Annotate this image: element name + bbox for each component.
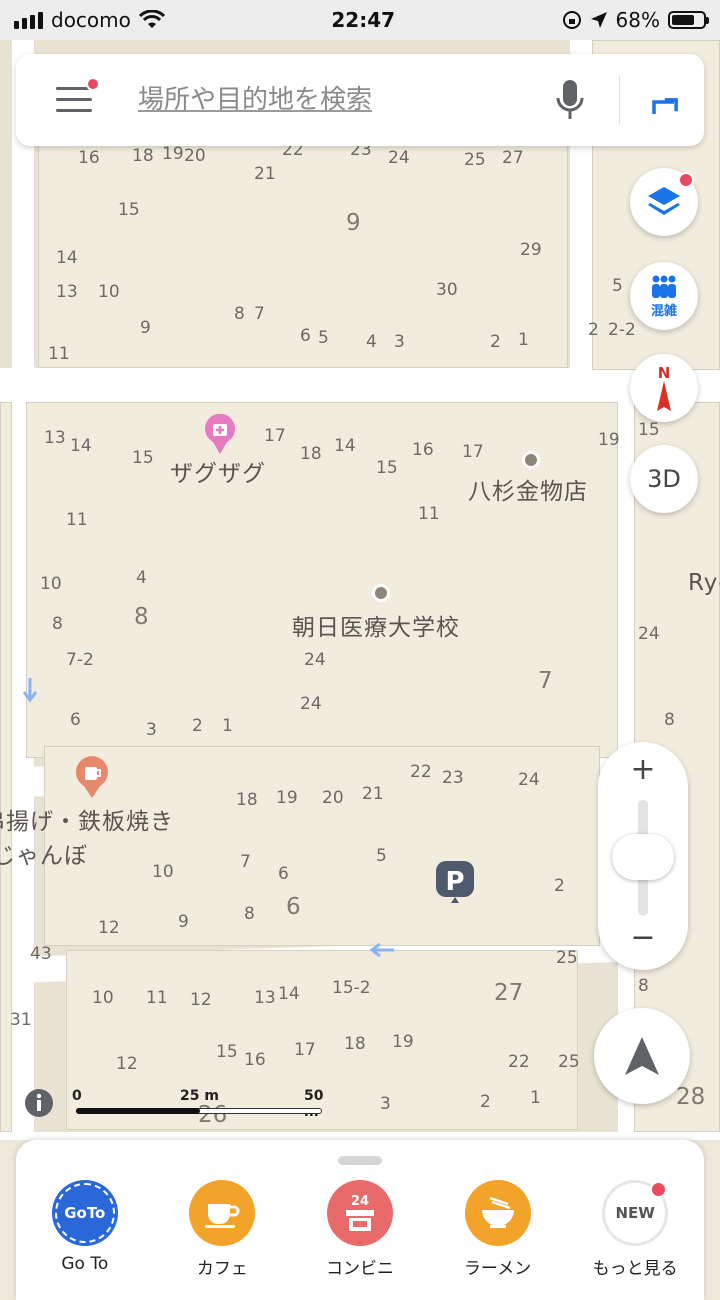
- category-ramen[interactable]: ラーメン: [438, 1180, 558, 1279]
- one-way-arrow-icon: [369, 942, 394, 958]
- category-more[interactable]: NEW もっと見る: [575, 1180, 695, 1279]
- status-right: 68%: [562, 8, 709, 32]
- category-sheet[interactable]: GoTo Go To カフェ 24 コンビニ ラーメン NEW もっと見る: [16, 1140, 704, 1300]
- parking-icon[interactable]: P: [435, 860, 475, 906]
- view-3d-label: 3D: [647, 465, 681, 493]
- category-goto[interactable]: GoTo Go To: [25, 1180, 145, 1279]
- scale-bar: 0 25 m 50 m: [70, 1088, 330, 1120]
- new-badge-text: NEW: [615, 1204, 655, 1222]
- directions-icon[interactable]: [648, 82, 684, 118]
- map-canvas[interactable]: 16 18 19 20 22 23 24 25 27 21 15 9 29 14…: [0, 40, 720, 1140]
- zoom-control[interactable]: + −: [598, 742, 688, 970]
- view-3d-button[interactable]: 3D: [630, 445, 698, 513]
- compass-button[interactable]: N: [630, 354, 698, 422]
- battery-icon: [667, 11, 709, 29]
- restaurant-pin-icon[interactable]: [74, 756, 110, 800]
- new-badge-icon: NEW: [602, 1180, 669, 1246]
- pharmacy-pin-icon[interactable]: [203, 414, 237, 456]
- notification-dot: [650, 1181, 668, 1198]
- status-left: docomo: [14, 8, 165, 32]
- location-arrow-icon: [590, 12, 607, 28]
- scale-tick-25: 25 m: [180, 1088, 219, 1104]
- layers-button[interactable]: [630, 168, 698, 236]
- crowd-label: 混雑: [650, 303, 677, 319]
- one-way-arrow-icon: [22, 678, 38, 703]
- road: [0, 368, 720, 402]
- convenience-store-icon: 24: [326, 1180, 393, 1246]
- category-row: GoTo Go To カフェ 24 コンビニ ラーメン NEW もっと見る: [16, 1180, 704, 1279]
- category-label: Go To: [61, 1254, 109, 1274]
- crowd-icon: [652, 275, 676, 298]
- poi-ryo-partial[interactable]: Ryo: [688, 570, 720, 596]
- signal-icon: [14, 11, 43, 29]
- zoom-in-button[interactable]: +: [598, 752, 688, 787]
- clock: 22:47: [331, 8, 396, 32]
- layers-icon: [648, 187, 680, 215]
- zoom-out-button[interactable]: −: [598, 920, 688, 955]
- poi-yasugi-kanamono[interactable]: 八杉金物店: [468, 472, 588, 506]
- microphone-icon[interactable]: [555, 76, 585, 124]
- notification-dot: [678, 172, 694, 188]
- battery-percent: 68%: [615, 8, 660, 32]
- category-convenience[interactable]: 24 コンビニ: [300, 1180, 420, 1279]
- category-label: コンビニ: [325, 1259, 394, 1279]
- carrier-name: docomo: [51, 8, 131, 32]
- my-location-button[interactable]: [594, 1008, 690, 1104]
- city-block: [44, 746, 600, 946]
- road: [0, 1132, 720, 1140]
- compass-north-label: N: [657, 363, 671, 382]
- coffee-cup-icon: [189, 1180, 256, 1246]
- scale-tick-0: 0: [72, 1088, 82, 1104]
- poi-dot[interactable]: [522, 451, 540, 469]
- store-24-text: 24: [350, 1193, 370, 1209]
- category-label: ラーメン: [463, 1259, 532, 1279]
- goto-badge-text: GoTo: [64, 1204, 106, 1222]
- scale-line-filled: [76, 1108, 200, 1114]
- notification-dot: [86, 77, 100, 91]
- goto-badge-icon: GoTo: [51, 1180, 118, 1246]
- search-input[interactable]: [136, 84, 500, 116]
- category-cafe[interactable]: カフェ: [162, 1180, 282, 1279]
- poi-kushiage[interactable]: 串揚げ・鉄板焼き: [0, 802, 174, 836]
- sheet-handle[interactable]: [338, 1156, 382, 1165]
- search-bar[interactable]: [16, 54, 704, 146]
- svg-text:P: P: [445, 867, 464, 897]
- poi-dot[interactable]: [372, 584, 390, 602]
- poi-janbo[interactable]: じゃんぼ: [0, 836, 88, 870]
- wifi-icon: [138, 10, 165, 28]
- divider: [619, 76, 620, 124]
- category-label: カフェ: [196, 1259, 248, 1279]
- orientation-lock-icon: [562, 11, 581, 29]
- zoom-slider-handle[interactable]: [612, 834, 674, 880]
- info-icon[interactable]: [24, 1088, 54, 1118]
- category-label: もっと見る: [592, 1259, 678, 1279]
- compass-needle-icon: [657, 380, 671, 411]
- crowd-button[interactable]: 混雑: [630, 262, 698, 330]
- scale-tick-50: 50 m: [304, 1088, 324, 1120]
- ramen-bowl-icon: [464, 1180, 531, 1246]
- poi-zagu-zagu[interactable]: ザグザグ: [170, 454, 266, 488]
- menu-icon[interactable]: [56, 77, 100, 113]
- status-bar: docomo 22:47 68%: [0, 0, 720, 40]
- navigation-arrow-icon: [625, 1037, 659, 1075]
- poi-asahi-iryo[interactable]: 朝日医療大学校: [292, 608, 460, 642]
